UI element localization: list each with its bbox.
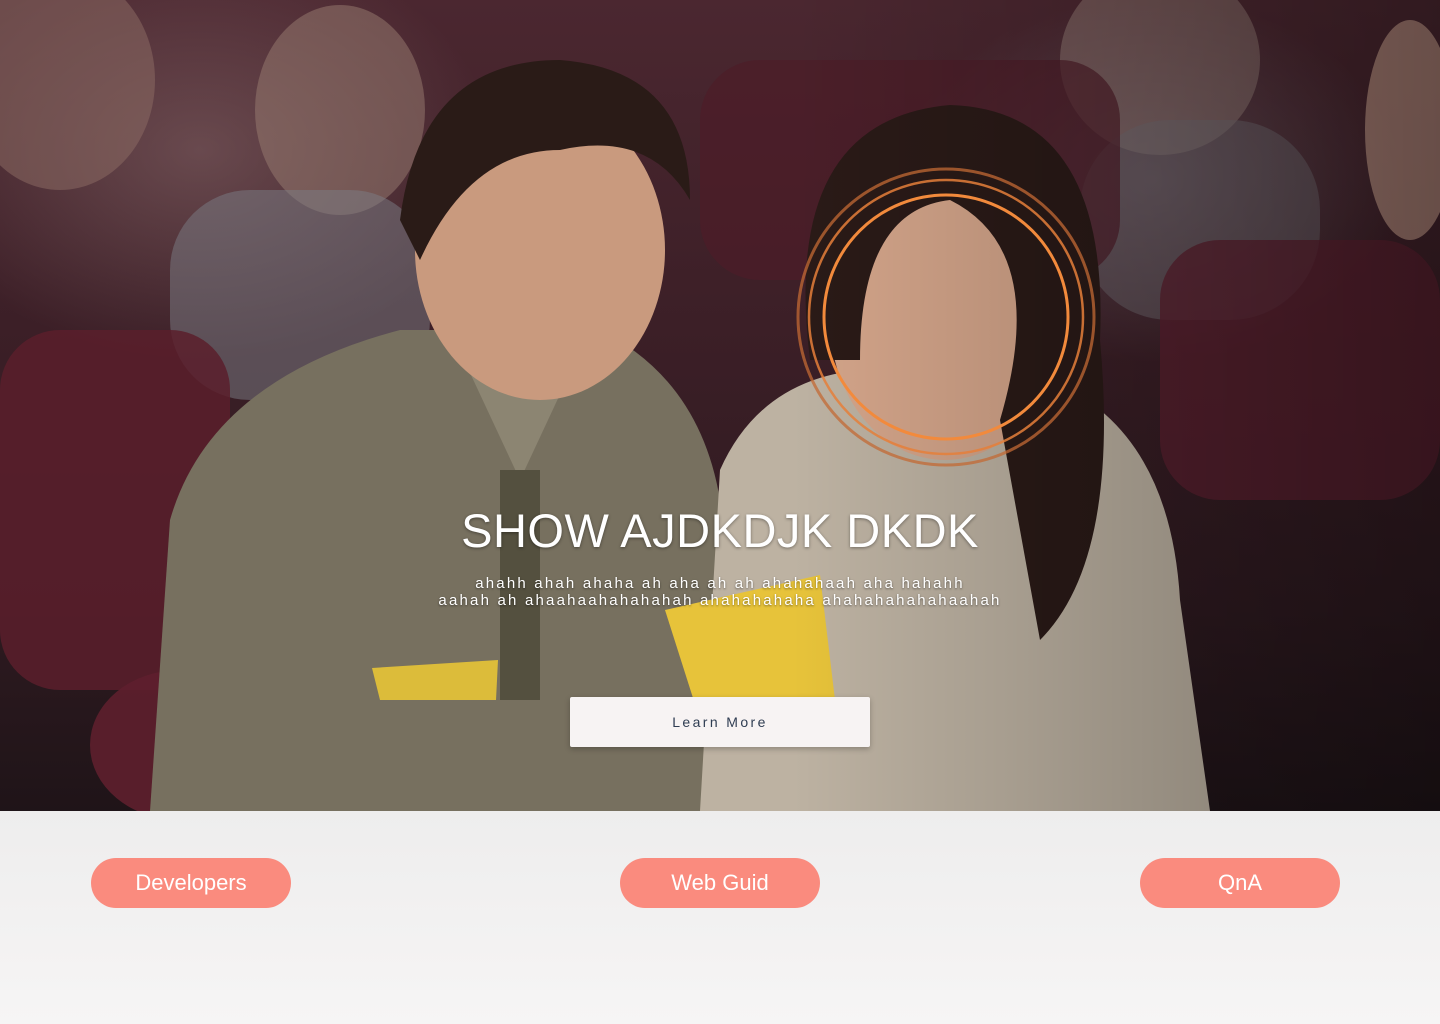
hero-subtitle-line: ahahh ahah ahaha ah aha ah ah ahahahaah … <box>475 575 965 592</box>
hero-section: SHOW AJDKDJK DKDK ahahh ahah ahaha ah ah… <box>0 0 1440 811</box>
face-focus-rings-icon <box>796 167 1096 467</box>
quick-links-section: Developers Web Guid QnA <box>0 811 1440 1024</box>
hero-subtitle: ahahh ahah ahaha ah aha ah ah ahahahaah … <box>0 575 1440 609</box>
hero-overlay <box>0 0 1440 811</box>
qna-button[interactable]: QnA <box>1140 858 1340 908</box>
web-guide-button[interactable]: Web Guid <box>620 858 820 908</box>
learn-more-button[interactable]: Learn More <box>570 697 870 747</box>
hero-title: SHOW AJDKDJK DKDK <box>461 504 979 557</box>
developers-button[interactable]: Developers <box>91 858 291 908</box>
hero-subtitle-line: aahah ah ahaahaahahahahah ahahahahaha ah… <box>438 592 1002 609</box>
landing-page: SHOW AJDKDJK DKDK ahahh ahah ahaha ah ah… <box>0 0 1440 1024</box>
